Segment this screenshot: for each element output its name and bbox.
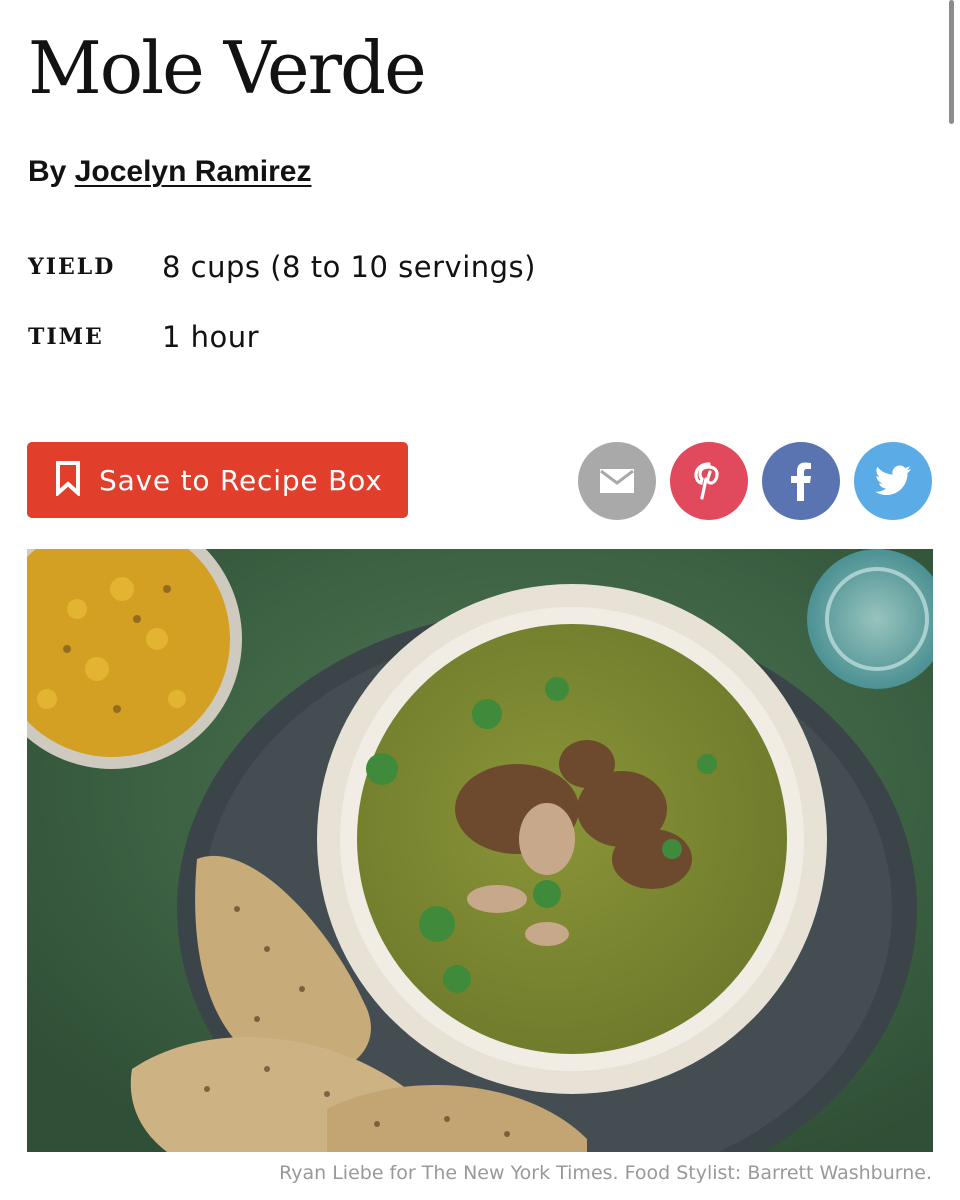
recipe-title: Mole Verde xyxy=(28,26,427,110)
save-to-recipe-box-button[interactable]: Save to Recipe Box xyxy=(27,442,408,518)
facebook-icon xyxy=(790,461,812,501)
bookmark-icon xyxy=(55,460,99,500)
share-pinterest-button[interactable] xyxy=(670,442,748,520)
share-facebook-button[interactable] xyxy=(762,442,840,520)
time-row: TIME 1 hour xyxy=(28,320,259,354)
twitter-bird-icon xyxy=(874,465,912,497)
recipe-photo xyxy=(27,549,933,1152)
time-value: 1 hour xyxy=(162,320,260,354)
yield-row: YIELD 8 cups (8 to 10 servings) xyxy=(28,250,536,284)
author-link[interactable]: Jocelyn Ramirez xyxy=(75,155,312,188)
envelope-icon xyxy=(599,468,635,494)
time-label: TIME xyxy=(28,324,104,350)
share-twitter-button[interactable] xyxy=(854,442,932,520)
save-button-label: Save to Recipe Box xyxy=(99,463,383,497)
pinterest-icon xyxy=(692,461,726,501)
photo-caption: Ryan Liebe for The New York Times. Food … xyxy=(279,1162,932,1184)
share-email-button[interactable] xyxy=(578,442,656,520)
yield-value: 8 cups (8 to 10 servings) xyxy=(162,250,536,284)
byline-prefix: By xyxy=(28,155,67,188)
byline: By Jocelyn Ramirez xyxy=(28,152,311,192)
page-scrollbar[interactable] xyxy=(949,0,954,124)
yield-label: YIELD xyxy=(28,254,116,280)
